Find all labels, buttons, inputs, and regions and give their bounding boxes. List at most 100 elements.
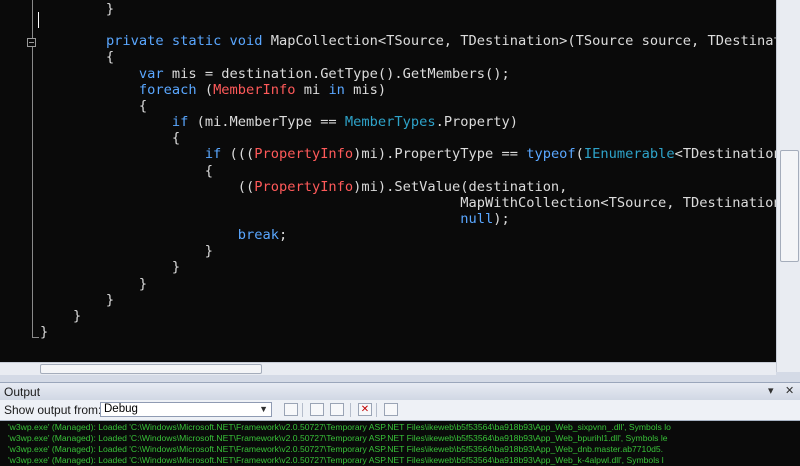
code-token: typeof xyxy=(526,146,576,163)
output-line: 'w3wp.exe' (Managed): Loaded 'C:\Windows… xyxy=(8,433,668,443)
code-token: IEnumerable xyxy=(583,146,675,163)
code-token: PropertyInfo xyxy=(254,178,354,195)
horizontal-scrollbar[interactable] xyxy=(0,362,776,375)
code-line: { xyxy=(40,130,180,146)
clear-all-icon[interactable]: ✕ xyxy=(358,403,372,416)
vertical-scroll-thumb[interactable] xyxy=(780,150,799,262)
output-source-select[interactable]: Debug ▼ xyxy=(100,402,272,417)
text-caret xyxy=(38,12,39,28)
toolbar-separator xyxy=(302,403,303,417)
code-line: if (((PropertyInfo)mi).PropertyType == t… xyxy=(40,146,776,162)
code-line: } xyxy=(40,276,147,292)
code-token: ((( xyxy=(221,146,255,163)
code-token: } xyxy=(40,1,115,17)
code-token: if xyxy=(204,146,222,163)
code-line: foreach (MemberInfo mi in mis) xyxy=(40,82,386,98)
toolbar-separator xyxy=(350,403,351,417)
output-text-area[interactable]: 'w3wp.exe' (Managed): Loaded 'C:\Windows… xyxy=(0,421,800,466)
code-token: mis) xyxy=(344,81,387,98)
code-line: { xyxy=(40,49,114,65)
code-line: { xyxy=(40,163,213,179)
code-token: .Property) xyxy=(435,114,518,131)
dropdown-arrow-icon[interactable]: ▼ xyxy=(259,404,268,414)
code-line: if (mi.MemberType == MemberTypes.Propert… xyxy=(40,114,518,130)
code-token: } xyxy=(40,243,214,260)
code-token: (( xyxy=(40,178,255,195)
code-token: } xyxy=(40,291,115,308)
previous-message-icon[interactable] xyxy=(310,403,324,416)
code-token: { xyxy=(40,162,214,179)
code-line: ((PropertyInfo)mi).SetValue(destination, xyxy=(40,178,568,195)
output-line: 'w3wp.exe' (Managed): Loaded 'C:\Windows… xyxy=(8,455,664,465)
code-line: null); xyxy=(40,210,509,227)
horizontal-scroll-thumb[interactable] xyxy=(40,364,262,374)
output-line: 'w3wp.exe' (Managed): Loaded 'C:\Windows… xyxy=(8,444,664,454)
show-output-from-label: Show output from: xyxy=(4,403,102,417)
code-token: var xyxy=(138,65,164,82)
code-token: ( xyxy=(575,146,584,163)
code-token: ; xyxy=(278,227,288,244)
code-line: } xyxy=(40,308,81,324)
code-token: <TDestination>) xyxy=(674,146,776,163)
output-panel-title: Output xyxy=(4,385,41,399)
outline-guide xyxy=(32,47,33,327)
code-token: mi xyxy=(295,81,329,98)
output-toolbar: Show output from: Debug ▼ ✕ xyxy=(0,400,800,421)
code-line: break; xyxy=(40,227,287,243)
collapse-icon[interactable] xyxy=(27,38,36,47)
code-line: } xyxy=(40,1,114,17)
code-line: } xyxy=(40,243,213,259)
code-token: foreach xyxy=(138,81,197,98)
code-token: } xyxy=(40,259,181,276)
code-token: )mi).SetValue(destination, xyxy=(353,178,568,195)
find-message-icon[interactable] xyxy=(284,403,298,416)
outline-guide-end xyxy=(32,327,39,338)
output-line: 'w3wp.exe' (Managed): Loaded 'C:\Windows… xyxy=(8,422,671,432)
code-line: } xyxy=(40,324,48,340)
code-token: break xyxy=(237,227,279,244)
word-wrap-icon[interactable] xyxy=(384,403,398,416)
code-line: { xyxy=(40,98,147,114)
code-line: } xyxy=(40,259,180,275)
code-token: ( xyxy=(196,81,214,98)
code-token: in xyxy=(328,81,345,98)
code-token: PropertyInfo xyxy=(254,146,354,163)
code-token: { xyxy=(40,49,115,66)
toolbar-separator xyxy=(376,403,377,417)
code-token: (mi.MemberType == xyxy=(188,114,345,131)
code-token: mis = destination.GetType().GetMembers()… xyxy=(163,65,510,82)
output-source-value: Debug xyxy=(104,403,138,415)
code-lines[interactable]: } private static void MapCollection<TSou… xyxy=(40,0,776,350)
close-icon[interactable]: ✕ xyxy=(785,384,794,397)
outline-guide xyxy=(32,0,33,38)
code-line: } xyxy=(40,292,114,308)
code-token: } xyxy=(40,324,49,340)
code-token: private static void xyxy=(105,33,263,50)
window-position-icon[interactable]: ▾ xyxy=(768,384,774,397)
next-message-icon[interactable] xyxy=(330,403,344,416)
code-token: } xyxy=(40,307,82,324)
vertical-scrollbar[interactable] xyxy=(776,0,800,372)
code-line: var mis = destination.GetType().GetMembe… xyxy=(40,66,510,82)
code-token: } xyxy=(40,275,148,292)
code-line: MapWithCollection<TSource, TDestination> xyxy=(40,195,776,211)
code-line: private static void MapCollection<TSourc… xyxy=(40,33,776,49)
code-token: MapCollection<TSource, TDestination>(TSo… xyxy=(262,33,776,50)
editor-gutter xyxy=(0,0,39,362)
code-editor[interactable]: } private static void MapCollection<TSou… xyxy=(0,0,776,362)
code-token: MemberTypes xyxy=(344,114,436,131)
code-token: { xyxy=(40,97,148,114)
output-panel-header: Output ▾ ✕ xyxy=(0,382,800,401)
code-token: )mi).PropertyType == xyxy=(353,146,527,163)
code-token: { xyxy=(40,130,181,147)
code-token: MapWithCollection<TSource, TDestination> xyxy=(40,194,776,211)
code-token: null xyxy=(460,210,494,227)
code-token: MemberInfo xyxy=(213,81,296,98)
